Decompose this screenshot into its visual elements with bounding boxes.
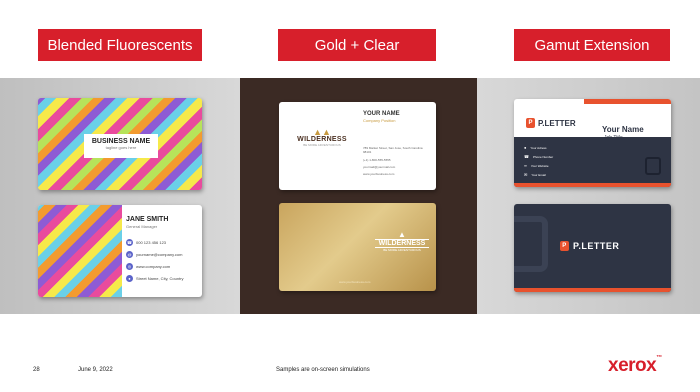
pletter-website: Your Website	[530, 163, 549, 168]
business-name-box: BUSINESS NAME tagline goes here	[84, 134, 158, 158]
contact-address-row: ● Street Name, City, Country	[126, 275, 184, 282]
footer-note: Samples are on-screen simulations	[276, 367, 370, 373]
pletter-address-row: ● Your Adress	[524, 145, 547, 150]
pletter-email-row: ✉ Your Email	[524, 172, 546, 177]
p-logo-icon: P	[560, 241, 569, 251]
xerox-wordmark: xerox	[608, 355, 657, 376]
wilderness-card-front: ▲▲ WILDERNESS BE MORE ADVENTUROUS YOUR N…	[279, 102, 436, 190]
fluorescent-card-back: JANE SMITH General Manager ☎ 000 123 456 …	[38, 205, 202, 297]
contact-role: General Manager	[126, 224, 158, 229]
mountain-icon: ▲	[398, 230, 406, 239]
globe-icon: ◎	[126, 263, 133, 270]
pletter-name: Your Name	[602, 125, 644, 134]
wilderness-brand: WILDERNESS	[297, 136, 347, 143]
phone-line: (+1) 1-800-555-5555	[363, 158, 391, 162]
address-line: 789 Market Street, San Jose, South Carol…	[363, 146, 423, 154]
pletter-phone-row: ☎ Phone Number	[524, 154, 553, 159]
contact-web-row: ◎ www.company.com	[126, 263, 170, 270]
pletter-logo: P P.LETTER	[526, 118, 576, 128]
contact-address: Street Name, City, Country	[136, 276, 184, 281]
location-icon: ●	[126, 275, 133, 282]
pletter-job-title: Job Title	[604, 135, 623, 141]
email-icon: @	[126, 251, 133, 258]
location-icon: ●	[524, 145, 527, 150]
pletter-web-row: ∞ Your Website	[524, 163, 549, 168]
pletter-brand-back: P.LETTER	[573, 241, 620, 251]
contact-phone-row: ☎ 000 123 456 123	[126, 239, 166, 246]
orange-stripe	[514, 288, 671, 292]
business-tagline: tagline goes here	[105, 145, 137, 150]
contact-name: JANE SMITH	[126, 216, 169, 223]
contact-web: www.company.com	[136, 264, 171, 269]
email-icon: ✉	[524, 172, 528, 177]
contact-email: yourname@company.com	[136, 252, 183, 257]
wilderness-gold-tagline: BE MORE ADVENTUROUS	[383, 248, 421, 252]
wilderness-tagline: BE MORE ADVENTUROUS	[303, 143, 341, 147]
p-logo-icon: P	[526, 118, 535, 128]
pletter-address: Your Adress	[530, 145, 547, 150]
slide-date: June 9, 2022	[78, 367, 113, 373]
gold-web: www.yourbusiness.com	[339, 280, 371, 284]
company-position: Company Position	[363, 118, 396, 123]
fluorescent-art	[38, 205, 122, 297]
orange-stripe-top	[584, 99, 671, 104]
section-label-fluorescents: Blended Fluorescents	[38, 29, 202, 61]
pletter-email: Your Email	[531, 172, 546, 177]
xerox-logo: xerox™	[608, 355, 662, 377]
p-watermark-icon	[645, 157, 661, 175]
orange-stripe-bottom	[514, 183, 671, 187]
pletter-phone: Phone Number	[532, 154, 554, 159]
contact-phone: 000 123 456 123	[136, 240, 167, 245]
phone-icon: ☎	[524, 154, 529, 159]
slide: Blended Fluorescents Gold + Clear Gamut …	[0, 0, 700, 392]
trademark: ™	[656, 355, 662, 361]
wilderness-gold-brand: WILDERNESS	[375, 239, 429, 248]
contact-email-row: @ yourname@company.com	[126, 251, 182, 258]
business-name: BUSINESS NAME	[91, 138, 151, 145]
pletter-card-back: P P.LETTER	[514, 204, 671, 292]
email-line: yourmail@yourmail.com	[363, 165, 396, 169]
section-label-gold: Gold + Clear	[278, 29, 436, 61]
pletter-card-front: P P.LETTER Your Name Job Title ● Your Adre…	[514, 99, 671, 187]
link-icon: ∞	[524, 163, 527, 168]
web-line: www.yourbusiness.com	[363, 172, 395, 176]
pletter-logo-back: P P.LETTER	[560, 241, 619, 251]
mountain-icon: ▲▲	[313, 127, 331, 137]
your-name: YOUR NAME	[363, 111, 400, 117]
pletter-brand: P.LETTER	[538, 118, 576, 128]
phone-icon: ☎	[126, 239, 133, 246]
wilderness-card-gold: ▲ WILDERNESS BE MORE ADVENTUROUS www.you…	[279, 203, 436, 291]
wilderness-logo: ▲▲ WILDERNESS BE MORE ADVENTUROUS	[289, 127, 355, 148]
p-background-icon	[514, 216, 548, 272]
section-label-gamut: Gamut Extension	[514, 29, 670, 61]
fluorescent-card-front: BUSINESS NAME tagline goes here	[38, 98, 202, 190]
wilderness-gold-logo: ▲ WILDERNESS BE MORE ADVENTUROUS	[375, 231, 429, 252]
page-number: 28	[33, 367, 40, 373]
